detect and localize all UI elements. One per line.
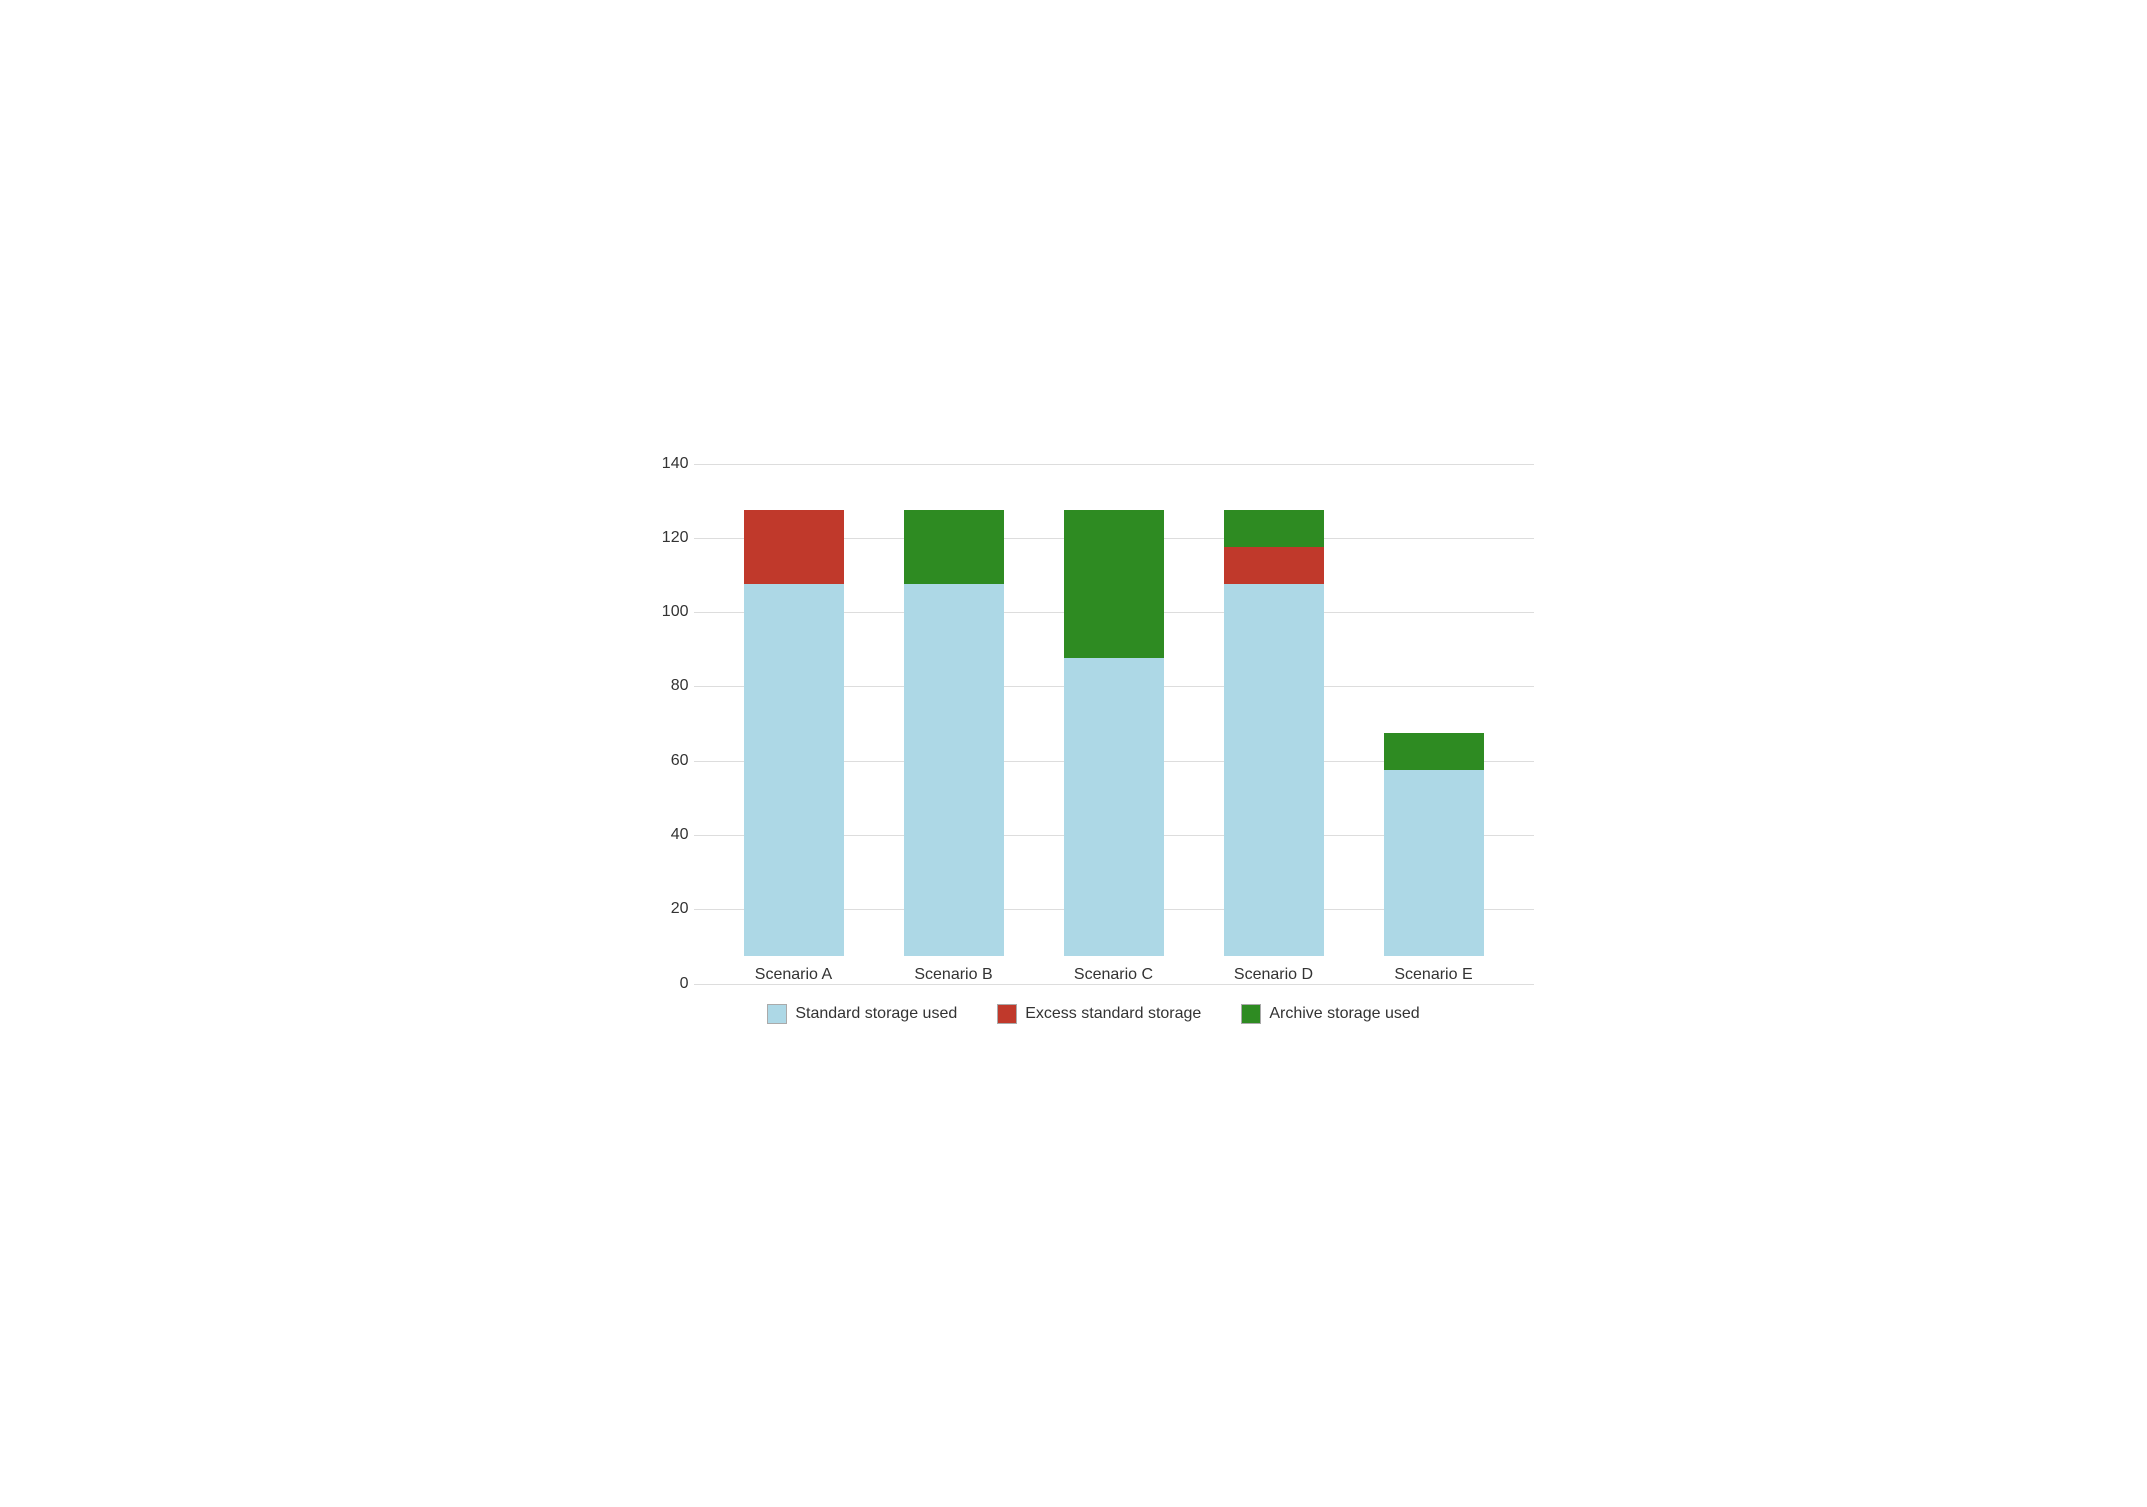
bars-row: Scenario A Scenario B Scenario C Scenario D… bbox=[694, 464, 1534, 984]
bar-stack bbox=[1224, 510, 1324, 956]
bar-group: Scenario E bbox=[1374, 733, 1494, 984]
bar-segment-standard bbox=[1224, 584, 1324, 955]
bar-x-label: Scenario A bbox=[755, 966, 832, 984]
bar-segment-standard bbox=[904, 584, 1004, 955]
bar-stack bbox=[1064, 510, 1164, 956]
legend-swatch bbox=[767, 1004, 787, 1024]
chart-container: 020406080100120140 Scenario AScenario BS… bbox=[574, 404, 1574, 1104]
grid-line bbox=[694, 984, 1534, 985]
y-tick-label: 80 bbox=[649, 677, 689, 695]
bar-segment-standard bbox=[1064, 658, 1164, 955]
bar-segment-standard bbox=[744, 584, 844, 955]
grid-and-bars: 020406080100120140 Scenario AScenario BS… bbox=[654, 464, 1534, 984]
bar-group: Scenario C bbox=[1054, 510, 1174, 984]
legend-label: Archive storage used bbox=[1269, 1005, 1419, 1023]
legend-item: Archive storage used bbox=[1241, 1004, 1419, 1024]
y-tick-label: 140 bbox=[649, 455, 689, 473]
bar-segment-excess bbox=[744, 510, 844, 584]
bar-segment-excess bbox=[1224, 547, 1324, 584]
legend-item: Standard storage used bbox=[767, 1004, 957, 1024]
bar-segment-archive bbox=[1064, 510, 1164, 659]
legend-swatch bbox=[1241, 1004, 1261, 1024]
bar-stack bbox=[904, 510, 1004, 956]
bar-group: Scenario B bbox=[894, 510, 1014, 984]
legend-label: Standard storage used bbox=[795, 1005, 957, 1023]
bar-segment-archive bbox=[904, 510, 1004, 584]
y-tick-label: 120 bbox=[649, 529, 689, 547]
bar-segment-standard bbox=[1384, 770, 1484, 956]
bar-group: Scenario D bbox=[1214, 510, 1334, 984]
y-tick-label: 20 bbox=[649, 900, 689, 918]
bar-segment-archive bbox=[1384, 733, 1484, 770]
y-tick-label: 100 bbox=[649, 603, 689, 621]
bar-x-label: Scenario D bbox=[1234, 966, 1313, 984]
bar-x-label: Scenario B bbox=[914, 966, 992, 984]
legend-label: Excess standard storage bbox=[1025, 1005, 1201, 1023]
legend-swatch bbox=[997, 1004, 1017, 1024]
chart-legend: Standard storage used Excess standard sto… bbox=[654, 1004, 1534, 1024]
legend-item: Excess standard storage bbox=[997, 1004, 1201, 1024]
bar-x-label: Scenario C bbox=[1074, 966, 1153, 984]
bar-segment-archive bbox=[1224, 510, 1324, 547]
bar-stack bbox=[1384, 733, 1484, 956]
y-tick-label: 0 bbox=[649, 975, 689, 993]
bar-x-label: Scenario E bbox=[1394, 966, 1472, 984]
chart-area: 020406080100120140 Scenario AScenario BS… bbox=[654, 464, 1534, 984]
y-tick-label: 40 bbox=[649, 826, 689, 844]
y-tick-label: 60 bbox=[649, 752, 689, 770]
bar-group: Scenario A bbox=[734, 510, 854, 984]
bar-stack bbox=[744, 510, 844, 956]
